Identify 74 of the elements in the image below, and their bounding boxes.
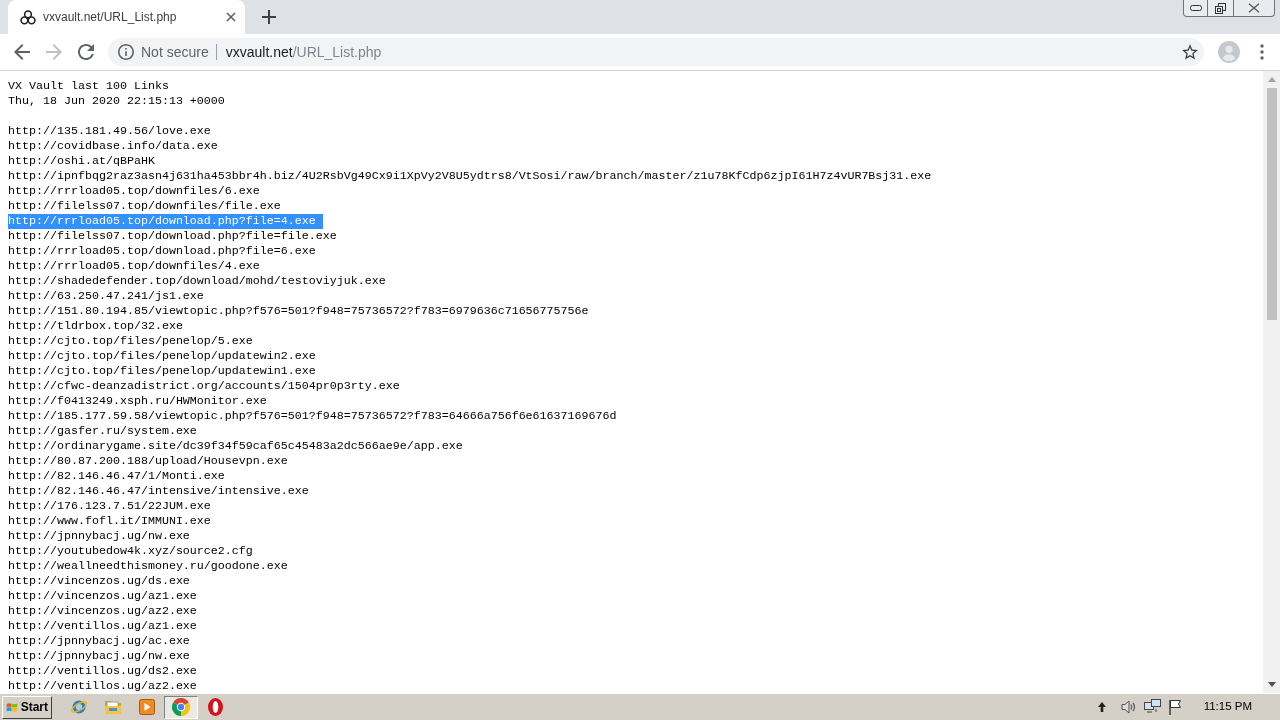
flag-icon[interactable]: [1167, 699, 1182, 715]
url-text: http://176.123.7.51/22JUM.exe: [8, 499, 211, 514]
url-text: http://82.146.46.47/1/Monti.exe: [8, 469, 225, 484]
close-icon[interactable]: [226, 12, 236, 22]
url-text: http://jpnnybacj.ug/nw.exe: [8, 649, 190, 664]
url-text: http://151.80.194.85/viewtopic.php?f576=501?f948=75736572?f783=6979636c71656775756e: [8, 304, 589, 319]
url-text: http://vincenzos.ug/ds.exe: [8, 574, 190, 589]
url-text: http://filelss07.top/downfiles/file.exe: [8, 199, 281, 214]
info-icon[interactable]: [118, 44, 134, 60]
folder-icon: [104, 699, 122, 715]
url-text: http://ipnfbqg2raz3asn4j631ha453bbr4h.biz/4U2RsbVg49Cx9i1XpVy2V8U5ydtrs8/VtSosi/raw/branch/master/z1u78KfCdp6zjpI61H7z4vUR7Bsj31.exe: [8, 169, 932, 184]
url-text: http://80.87.200.188/upload/Housevpn.exe: [8, 454, 288, 469]
network-icon[interactable]: [1143, 699, 1161, 715]
reload-icon[interactable]: [78, 44, 94, 60]
url-text: http://shadedefender.top/download/mohd/testoviyjuk.exe: [8, 274, 386, 289]
menu-icon[interactable]: [1260, 44, 1264, 60]
url-text: http://rrrload05.top/download.php?file=4.exe: [8, 214, 323, 229]
url-text: http://vincenzos.ug/az2.exe: [8, 604, 197, 619]
url-text: http://vincenzos.ug/az1.exe: [8, 589, 197, 604]
taskbar-app-button[interactable]: [164, 695, 198, 719]
url-text: http://135.181.49.56/love.exe: [8, 124, 211, 139]
timestamp-text: Thu, 18 Jun 2020 22:15:13 +0000: [8, 94, 225, 109]
url-text: http://jpnnybacj.ug/ac.exe: [8, 634, 190, 649]
globe-icon: [70, 698, 88, 716]
security-label: Not secure: [141, 42, 209, 62]
url-text: http://63.250.47.241/js1.exe: [8, 289, 204, 304]
biohazard-icon: [20, 9, 36, 25]
restore-icon: [1215, 2, 1226, 14]
browser-tab[interactable]: vxvault.net/URL_List.php: [8, 0, 245, 34]
minimize-icon: [1189, 5, 1202, 11]
scroll-thumb[interactable]: [1267, 88, 1277, 320]
url-text: http://cjto.top/files/penelop/5.exe: [8, 334, 253, 349]
url-text: http://tldrbox.top/32.exe: [8, 319, 183, 334]
url-text: http://oshi.at/qBPaHK: [8, 154, 155, 169]
url-text: http://jpnnybacj.ug/nw.exe: [8, 529, 190, 544]
up-arrow-icon[interactable]: [1097, 702, 1106, 712]
url-text: http://cjto.top/files/penelop/updatewin2.exe: [8, 349, 316, 364]
play-icon: [139, 699, 155, 715]
url-text: http://rrrload05.top/downfiles/6.exe: [8, 184, 260, 199]
url-text: http://filelss07.top/download.php?file=file.exe: [8, 229, 337, 244]
url-text: http://82.146.46.47/intensive/intensive.exe: [8, 484, 309, 499]
url-text: vxvault.net/URL_List.php: [225, 42, 382, 62]
ring-logo-icon: [207, 698, 223, 716]
back-icon[interactable]: [14, 44, 30, 60]
url-text: http://ordinarygame.site/dc39f34f59caf65c45483a2dc566ae9e/app.exe: [8, 439, 463, 454]
close-icon: [1248, 3, 1260, 13]
restore-button[interactable]: [1208, 0, 1234, 17]
url-text: http://ventillos.ug/ds2.exe: [8, 664, 197, 679]
tab-title: vxvault.net/URL_List.php: [43, 9, 177, 26]
url-text: http://rrrload05.top/download.php?file=6.exe: [8, 244, 316, 259]
minimize-button[interactable]: [1183, 0, 1208, 17]
page-heading: VX Vault last 100 Links: [8, 79, 169, 94]
url-text: http://weallneedthismoney.ru/goodone.exe: [8, 559, 288, 574]
scroll-down-icon[interactable]: [1267, 682, 1276, 687]
url-text: http://f0413249.xsph.ru/HWMonitor.exe: [8, 394, 267, 409]
speaker-icon[interactable]: [1120, 699, 1137, 715]
url-text: http://www.fofl.it/IMMUNI.exe: [8, 514, 211, 529]
url-text: http://youtubedow4k.xyz/source2.cfg: [8, 544, 253, 559]
plus-icon[interactable]: [262, 10, 276, 24]
star-icon[interactable]: [1182, 44, 1198, 60]
url-text: http://ventillos.ug/az2.exe: [8, 679, 197, 693]
circle-logo-icon: [172, 698, 190, 716]
url-text: http://cjto.top/files/penelop/updatewin1.exe: [8, 364, 316, 379]
close-button[interactable]: [1234, 0, 1275, 17]
url-text: http://cfwc-deanzadistrict.org/accounts/1504pr0p3rty.exe: [8, 379, 400, 394]
url-text: http://gasfer.ru/system.exe: [8, 424, 197, 439]
scrollbar[interactable]: [1263, 71, 1280, 693]
clock-text: 11:15 PM: [1203, 699, 1252, 715]
url-text: http://rrrload05.top/downfiles/4.exe: [8, 259, 260, 274]
url-text: http://ventillos.ug/az1.exe: [8, 619, 197, 634]
start-button[interactable]: Start: [2, 695, 52, 719]
url-text: http://185.177.59.58/viewtopic.php?f576=501?f948=75736572?f783=64666a756f6e61637169676d: [8, 409, 617, 424]
url-text: http://covidbase.info/data.exe: [8, 139, 218, 154]
address-bar[interactable]: Not secure vxvault.net/URL_List.php: [108, 38, 1204, 66]
